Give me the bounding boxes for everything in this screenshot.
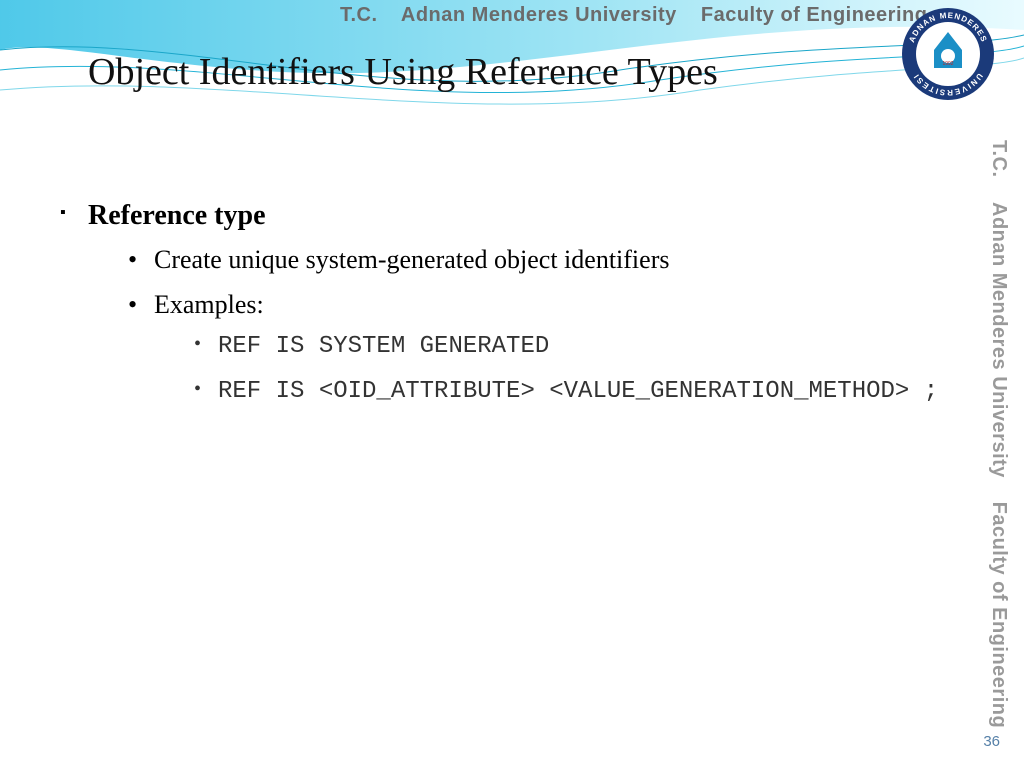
slide-title: Object Identifiers Using Reference Types — [88, 50, 718, 94]
slide-content: Reference type Create unique system-gene… — [60, 200, 940, 424]
slide-number: 36 — [983, 733, 1000, 750]
svg-text:1992: 1992 — [942, 61, 953, 67]
subitem-examples-label: Examples: — [154, 290, 264, 319]
side-text: T.C. Adnan Menderes University Faculty o… — [987, 140, 1010, 728]
example-system-generated: REF IS SYSTEM GENERATED — [194, 330, 940, 365]
side-university: Adnan Menderes University — [988, 202, 1010, 478]
subitem-create-identifiers: Create unique system-generated object id… — [128, 242, 940, 277]
side-faculty: Faculty of Engineering — [988, 502, 1010, 729]
example-oid-attribute: REF IS <OID_ATTRIBUTE> <VALUE_GENERATION… — [194, 375, 940, 410]
header-faculty: Faculty of Engineering — [701, 4, 928, 26]
header-text: T.C. Adnan Menderes University Faculty o… — [340, 4, 927, 27]
side-tc: T.C. — [988, 140, 1010, 178]
subitem-examples: Examples: REF IS SYSTEM GENERATED REF IS… — [128, 287, 940, 410]
header-tc: T.C. — [340, 4, 378, 26]
university-logo: ADNAN MENDERES UNIVERSITESI 1992 — [900, 6, 996, 107]
bullet-reference-type: Reference type Create unique system-gene… — [60, 200, 940, 410]
header-university: Adnan Menderes University — [401, 4, 677, 26]
bullet-reference-type-label: Reference type — [88, 200, 266, 231]
